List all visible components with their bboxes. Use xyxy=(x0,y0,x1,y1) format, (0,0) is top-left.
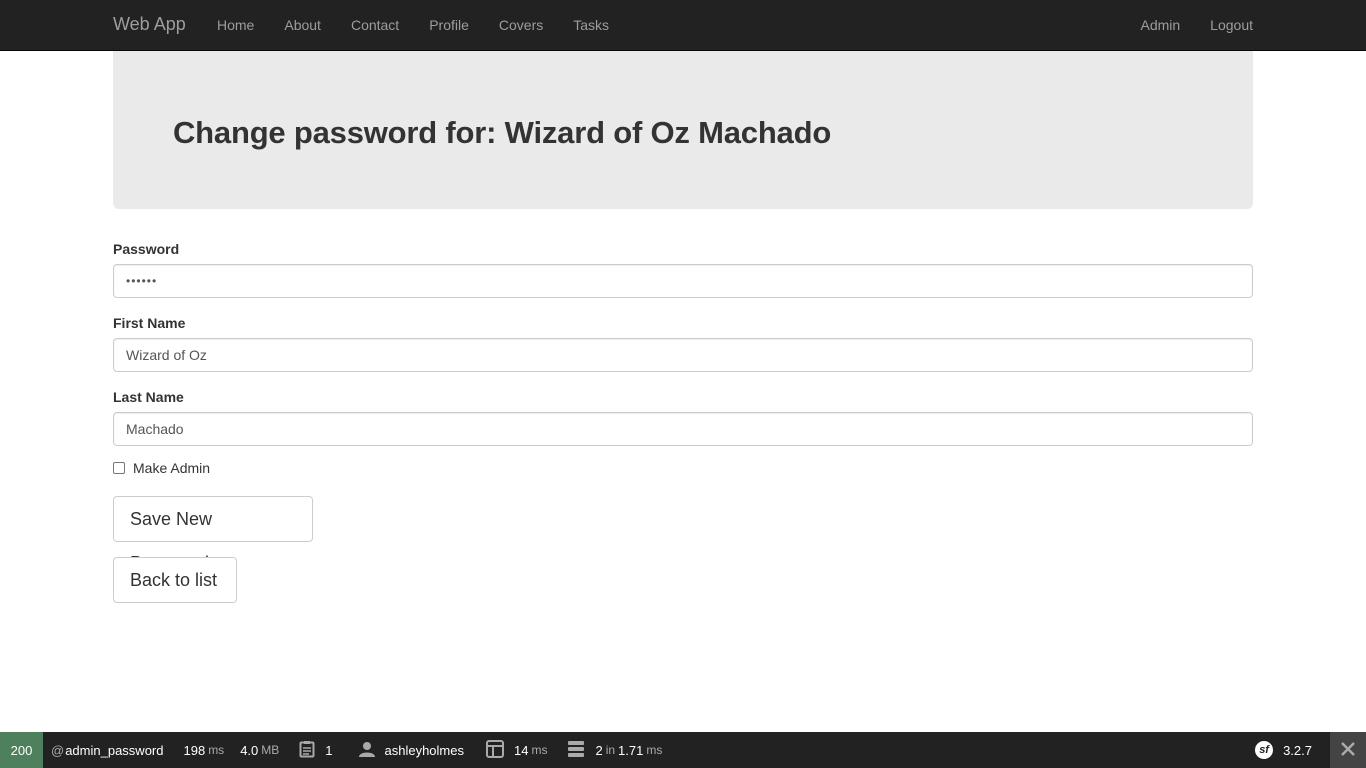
nav-logout[interactable]: Logout xyxy=(1210,17,1253,33)
time-item[interactable]: 198 ms xyxy=(171,732,232,768)
nav-covers[interactable]: Covers xyxy=(499,17,543,33)
symfony-version-item[interactable]: sf 3.2.7 xyxy=(1247,732,1320,768)
database-item[interactable]: 2 in 1.71 ms xyxy=(555,732,670,768)
user-item[interactable]: ashleyholmes xyxy=(341,732,473,768)
nav-left: Home About Contact Profile Covers Tasks xyxy=(217,17,639,33)
memory-unit: MB xyxy=(261,743,280,757)
route-name: admin_password xyxy=(65,742,164,758)
nav-home[interactable]: Home xyxy=(217,17,254,33)
route-prefix: @ xyxy=(51,742,65,758)
brand-link[interactable]: Web App xyxy=(113,14,186,35)
user-icon xyxy=(358,741,375,760)
nav-tasks[interactable]: Tasks xyxy=(573,17,609,33)
save-password-button[interactable]: Save New Password xyxy=(113,496,313,573)
nav-right: Admin Logout xyxy=(1110,17,1253,33)
last-name-label: Last Name xyxy=(113,389,184,405)
render-unit: ms xyxy=(531,743,548,757)
make-admin-checkbox[interactable] xyxy=(113,462,125,474)
password-label: Password xyxy=(113,241,180,257)
db-in: in xyxy=(605,743,616,757)
make-admin-row: Make Admin xyxy=(113,458,1253,478)
memory-item[interactable]: 4.0 MB xyxy=(232,732,287,768)
make-admin-label[interactable]: Make Admin xyxy=(133,460,210,476)
password-field[interactable]: •••••• xyxy=(113,264,1253,298)
clipboard-icon xyxy=(299,740,315,761)
database-icon xyxy=(567,740,585,761)
nav-contact[interactable]: Contact xyxy=(351,17,399,33)
symfony-logo-icon: sf xyxy=(1255,741,1274,759)
last-name-field[interactable]: Machado xyxy=(113,412,1253,446)
symfony-version: 3.2.7 xyxy=(1283,742,1312,758)
memory-value: 4.0 xyxy=(240,742,259,758)
render-value: 14 xyxy=(514,742,529,758)
time-unit: ms xyxy=(208,743,225,757)
time-value: 198 xyxy=(183,742,206,758)
render-time-item[interactable]: 14 ms xyxy=(472,732,555,768)
change-password-form: Password •••••• First Name Wizard of Oz … xyxy=(113,240,1253,478)
logs-item[interactable]: 1 xyxy=(287,732,340,768)
db-unit: ms xyxy=(646,743,663,757)
close-icon xyxy=(1341,741,1355,759)
top-navbar: Web App Home About Contact Profile Cover… xyxy=(0,0,1366,51)
route-item[interactable]: @ admin_password xyxy=(43,732,171,768)
db-queries: 2 xyxy=(595,742,603,758)
db-time: 1.71 xyxy=(618,742,644,758)
logs-count: 1 xyxy=(325,742,333,758)
back-to-list-button[interactable]: Back to list xyxy=(113,557,237,603)
close-toolbar-button[interactable] xyxy=(1330,732,1366,768)
first-name-label: First Name xyxy=(113,315,186,331)
first-name-field[interactable]: Wizard of Oz xyxy=(113,338,1253,372)
page-header: Change password for: Wizard of Oz Machad… xyxy=(113,51,1253,209)
user-name: ashleyholmes xyxy=(384,742,465,758)
nav-about[interactable]: About xyxy=(284,17,321,33)
debug-toolbar: 200 @ admin_password 198 ms 4.0 MB 1 ash… xyxy=(0,732,1366,768)
toolbar-right: sf 3.2.7 xyxy=(1247,732,1366,768)
status-code-badge[interactable]: 200 xyxy=(0,732,43,768)
layout-icon xyxy=(486,739,504,761)
nav-admin[interactable]: Admin xyxy=(1140,17,1180,33)
nav-profile[interactable]: Profile xyxy=(429,17,469,33)
page-title: Change password for: Wizard of Oz Machad… xyxy=(173,115,832,150)
